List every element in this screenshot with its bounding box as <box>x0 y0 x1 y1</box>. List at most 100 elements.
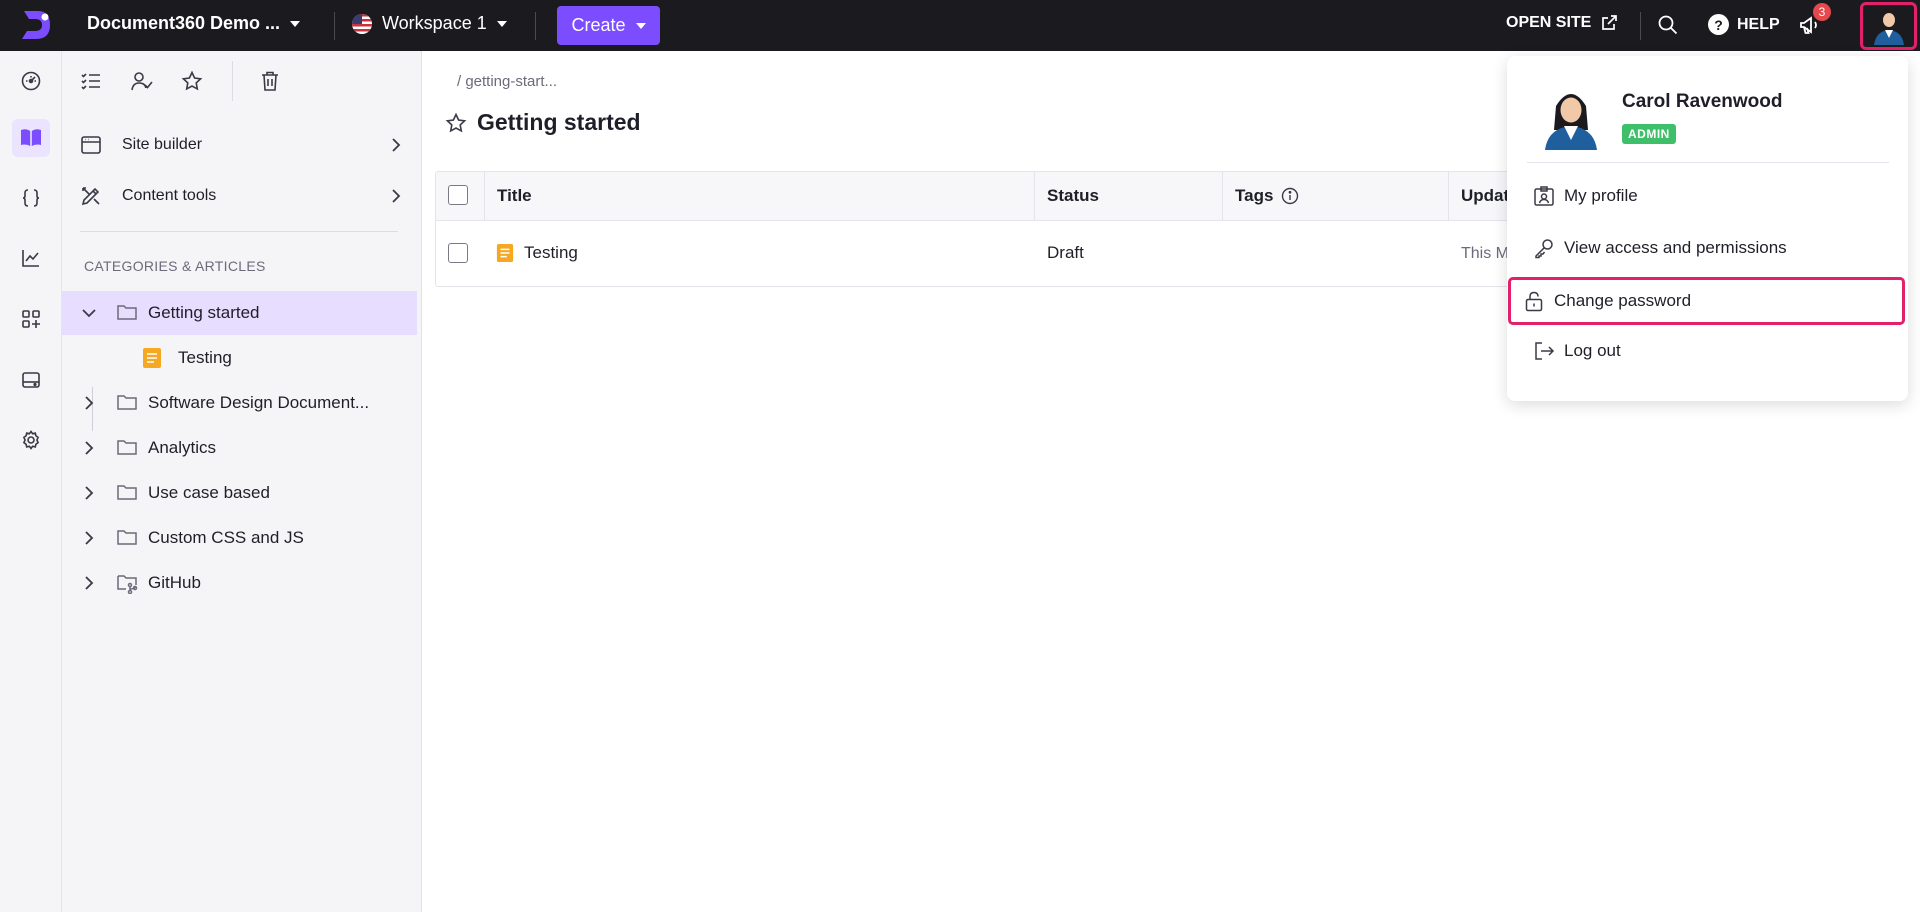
section-title: CATEGORIES & ARTICLES <box>84 258 266 274</box>
chevron-right-icon[interactable] <box>81 530 97 546</box>
info-icon[interactable] <box>1281 187 1299 205</box>
table-header: Title Status Tags Updat <box>436 172 1634 221</box>
panel-toolbar <box>62 51 422 111</box>
chevron-right-icon[interactable] <box>81 440 97 456</box>
notification-badge: 3 <box>1813 3 1831 21</box>
chevron-right-icon[interactable] <box>81 395 97 411</box>
rail-api[interactable] <box>12 179 50 217</box>
column-divider <box>1034 172 1035 221</box>
page-header: Getting started <box>445 109 641 136</box>
open-site-link[interactable]: OPEN SITE <box>1506 14 1618 32</box>
help-button[interactable]: ? HELP <box>1708 14 1780 35</box>
id-badge-icon <box>1533 185 1555 207</box>
star-icon[interactable] <box>179 68 205 94</box>
tree-label: Testing <box>178 348 232 367</box>
category-software-design[interactable]: Software Design Document... <box>62 381 417 425</box>
logout-label: Log out <box>1564 341 1621 360</box>
key-icon <box>1533 237 1555 259</box>
tree-label: Custom CSS and JS <box>148 528 304 547</box>
left-rail <box>0 51 62 912</box>
project-selector[interactable]: Document360 Demo ... <box>87 13 301 34</box>
logout-icon <box>1533 340 1555 362</box>
view-access-item[interactable]: View access and permissions <box>1519 226 1897 270</box>
view-access-label: View access and permissions <box>1564 238 1787 257</box>
profile-dropdown: Carol Ravenwood ADMIN My profile View ac… <box>1507 56 1908 401</box>
dropdown-divider <box>1527 162 1889 163</box>
chevron-right-icon[interactable] <box>81 575 97 591</box>
chevron-right-icon <box>390 188 402 204</box>
divider <box>535 12 536 40</box>
avatar <box>1873 11 1904 45</box>
chevron-right-icon[interactable] <box>81 485 97 501</box>
create-button[interactable]: Create <box>557 6 660 45</box>
article-title-link[interactable]: Testing <box>524 243 578 263</box>
page-title: Getting started <box>477 109 641 135</box>
column-divider <box>1448 172 1449 221</box>
my-articles-icon[interactable] <box>129 68 155 94</box>
rail-documentation[interactable] <box>12 119 50 157</box>
column-status[interactable]: Status <box>1047 186 1099 206</box>
rail-dashboard[interactable] <box>12 62 50 100</box>
search-icon[interactable] <box>1657 14 1679 36</box>
category-custom-css-js[interactable]: Custom CSS and JS <box>62 516 417 560</box>
all-articles-icon[interactable] <box>78 68 104 94</box>
create-label: Create <box>571 15 626 35</box>
article-testing[interactable]: Testing <box>62 336 417 380</box>
select-all-checkbox[interactable] <box>448 185 468 205</box>
rail-drive[interactable] <box>12 361 50 399</box>
toolbar-divider <box>232 61 233 101</box>
table-row[interactable]: Testing Draft This M <box>436 221 1634 286</box>
column-title[interactable]: Title <box>497 186 532 206</box>
workspace-selector[interactable]: Workspace 1 <box>352 13 507 34</box>
column-tags[interactable]: Tags <box>1235 186 1299 206</box>
drive-icon <box>22 372 40 388</box>
change-password-item[interactable]: Change password <box>1508 277 1905 325</box>
rail-analytics[interactable] <box>12 239 50 277</box>
trash-icon[interactable] <box>257 68 283 94</box>
project-name: Document360 Demo ... <box>87 13 281 33</box>
star-icon[interactable] <box>445 112 467 134</box>
document360-logo-icon[interactable] <box>18 7 54 43</box>
column-divider <box>1222 172 1223 221</box>
user-avatar-button[interactable] <box>1860 2 1917 50</box>
breadcrumb[interactable]: / getting-start... <box>457 73 557 90</box>
folder-icon <box>116 392 138 412</box>
divider <box>1640 12 1641 40</box>
folder-icon <box>116 527 138 547</box>
chevron-down-icon <box>290 20 301 27</box>
content-tools-link[interactable]: Content tools <box>80 176 402 216</box>
chevron-down-icon <box>496 20 507 27</box>
column-updated-label: Updat <box>1461 186 1510 205</box>
site-builder-link[interactable]: Site builder <box>80 125 402 165</box>
category-github[interactable]: GitHub <box>62 561 417 605</box>
category-analytics[interactable]: Analytics <box>62 426 417 470</box>
tree-label: Software Design Document... <box>148 393 370 412</box>
category-getting-started[interactable]: Getting started <box>62 291 417 335</box>
panel-divider <box>80 231 398 232</box>
article-updated: This M <box>1461 245 1509 262</box>
column-divider <box>484 172 485 221</box>
help-label: HELP <box>1737 15 1780 33</box>
question-icon: ? <box>1708 14 1729 35</box>
rail-apps[interactable] <box>12 300 50 338</box>
workspace-name: Workspace 1 <box>382 13 487 33</box>
column-title-label: Title <box>497 186 532 205</box>
tree-label: GitHub <box>148 573 201 592</box>
my-profile-item[interactable]: My profile <box>1519 174 1897 218</box>
row-checkbox[interactable] <box>448 243 468 263</box>
chevron-down-icon[interactable] <box>81 305 97 321</box>
us-flag-icon <box>352 13 372 34</box>
category-use-case-based[interactable]: Use case based <box>62 471 417 515</box>
external-link-icon <box>1600 14 1618 32</box>
design-tools-icon <box>80 185 102 207</box>
logout-item[interactable]: Log out <box>1519 329 1897 373</box>
divider <box>334 12 335 40</box>
article-doc-icon <box>142 347 162 369</box>
tree-label: Use case based <box>148 483 270 502</box>
braces-icon <box>22 189 40 207</box>
column-tags-label: Tags <box>1235 186 1274 205</box>
rail-settings[interactable] <box>12 421 50 459</box>
column-updated[interactable]: Updat <box>1461 186 1509 206</box>
content-tools-label: Content tools <box>122 187 217 204</box>
tree-label: Getting started <box>148 303 260 322</box>
